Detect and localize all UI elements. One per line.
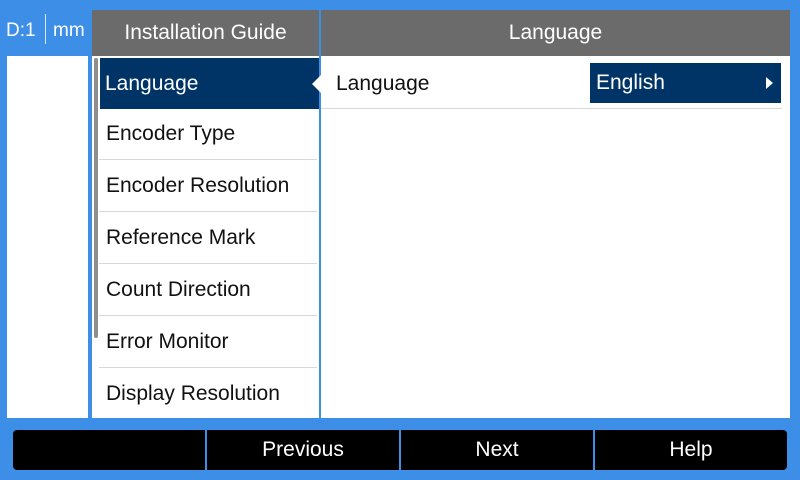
- axis-indicator[interactable]: D:1: [6, 20, 36, 42]
- installation-menu: Language Encoder Type Encoder Resolution…: [92, 56, 319, 418]
- menu-item-encoder-type[interactable]: Encoder Type: [99, 109, 317, 160]
- menu-item-count-direction[interactable]: Count Direction: [99, 265, 317, 316]
- previous-button[interactable]: Previous: [205, 430, 399, 470]
- detail-header: Language: [321, 10, 790, 56]
- side-panel: [7, 56, 88, 418]
- menu-item-language[interactable]: Language: [100, 58, 319, 109]
- menu-item-display-resolution[interactable]: Display Resolution: [99, 369, 317, 418]
- menu-scrollbar[interactable]: [94, 58, 98, 338]
- menu-item-reference-mark[interactable]: Reference Mark: [99, 213, 317, 264]
- chevron-right-icon: [766, 77, 773, 89]
- softkey-bar: Previous Next Help: [13, 430, 787, 470]
- menu-header: Installation Guide: [92, 10, 319, 56]
- status-divider: [45, 14, 46, 44]
- unit-indicator[interactable]: mm: [53, 20, 85, 42]
- help-button[interactable]: Help: [593, 430, 787, 470]
- softkey-blank[interactable]: [13, 430, 205, 470]
- detail-panel: Language English: [321, 56, 790, 418]
- status-bar: D:1 mm: [0, 0, 92, 56]
- language-setting-row: Language English: [321, 56, 782, 109]
- language-select-value: English: [596, 71, 665, 94]
- menu-item-error-monitor[interactable]: Error Monitor: [99, 317, 317, 368]
- language-setting-label: Language: [336, 72, 430, 95]
- next-button[interactable]: Next: [399, 430, 593, 470]
- language-select[interactable]: English: [590, 63, 781, 103]
- menu-item-encoder-resolution[interactable]: Encoder Resolution: [99, 161, 317, 212]
